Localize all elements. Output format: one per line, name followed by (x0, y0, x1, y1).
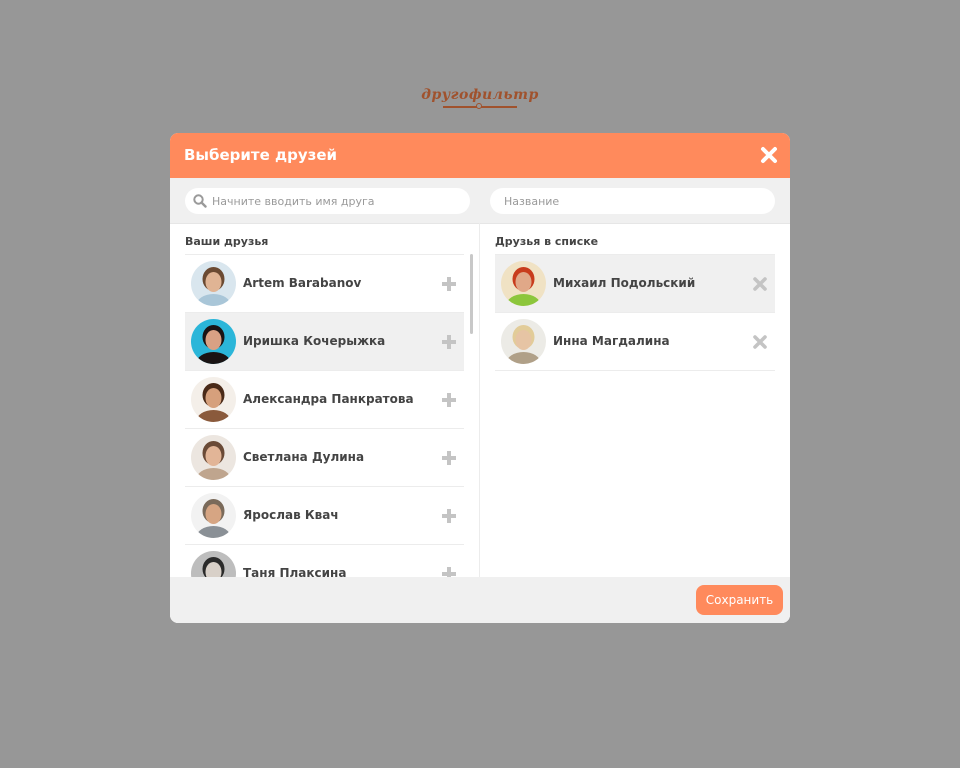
friend-row[interactable]: Ярослав Квач (185, 487, 464, 545)
list-friends-column: Друзья в списке Михаил Подольский Инна Ма… (495, 223, 775, 577)
logo-text: другофильтр (421, 87, 539, 103)
logo-slider-dot (476, 103, 482, 109)
avatar (191, 493, 236, 538)
friend-row[interactable]: Светлана Дулина (185, 429, 464, 487)
remove-icon[interactable] (752, 334, 768, 350)
add-icon[interactable] (441, 508, 457, 524)
friend-name: Инна Магдалина (553, 334, 670, 348)
your-friends-list: Artem Barabanov Иришка Кочерыжка Александр… (185, 254, 464, 577)
dialog-header: Выберите друзей (170, 133, 790, 178)
list-friend-row[interactable]: Инна Магдалина (495, 313, 775, 371)
friend-name: Ярослав Квач (243, 508, 339, 522)
friend-search-field (185, 188, 470, 214)
add-icon[interactable] (441, 334, 457, 350)
list-name-field (490, 188, 775, 214)
friend-name: Artem Barabanov (243, 276, 362, 290)
add-icon[interactable] (441, 392, 457, 408)
scrollbar-thumb[interactable] (470, 254, 473, 334)
save-button[interactable]: Сохранить (696, 585, 783, 615)
avatar (501, 319, 546, 364)
friend-name: Михаил Подольский (553, 276, 696, 290)
avatar (191, 377, 236, 422)
friend-name: Таня Плаксина (243, 566, 347, 577)
avatar (191, 551, 236, 577)
friend-row[interactable]: Иришка Кочерыжка (185, 313, 464, 371)
avatar (191, 435, 236, 480)
friend-name: Александра Панкратова (243, 392, 414, 406)
dialog-footer: Сохранить (170, 577, 790, 623)
remove-icon[interactable] (752, 276, 768, 292)
add-icon[interactable] (441, 450, 457, 466)
friend-name: Иришка Кочерыжка (243, 334, 386, 348)
dialog-title: Выберите друзей (184, 146, 338, 164)
add-icon[interactable] (441, 276, 457, 292)
dialog-body: Ваши друзья Artem Barabanov Иришка Кочеры… (170, 223, 790, 577)
search-icon (193, 194, 207, 208)
friend-row[interactable]: Таня Плаксина (185, 545, 464, 577)
select-friends-dialog: Выберите друзей Ваши друзья Artem Baraba… (170, 133, 790, 623)
friend-row[interactable]: Artem Barabanov (185, 255, 464, 313)
close-icon[interactable] (760, 146, 778, 164)
add-icon[interactable] (441, 566, 457, 577)
avatar (191, 261, 236, 306)
logo-slider-line (443, 103, 517, 109)
friend-search-input[interactable] (185, 188, 470, 214)
search-bar (170, 178, 790, 224)
avatar (191, 319, 236, 364)
list-friends-heading: Друзья в списке (495, 235, 599, 248)
app-logo: другофильтр (0, 84, 960, 109)
your-friends-column: Ваши друзья Artem Barabanov Иришка Кочеры… (185, 223, 480, 577)
list-friends-list: Михаил Подольский Инна Магдалина (495, 254, 775, 577)
avatar (501, 261, 546, 306)
your-friends-heading: Ваши друзья (185, 235, 269, 248)
friend-name: Светлана Дулина (243, 450, 365, 464)
list-friend-row[interactable]: Михаил Подольский (495, 255, 775, 313)
column-divider (479, 223, 480, 577)
friend-row[interactable]: Александра Панкратова (185, 371, 464, 429)
list-name-input[interactable] (490, 188, 775, 214)
